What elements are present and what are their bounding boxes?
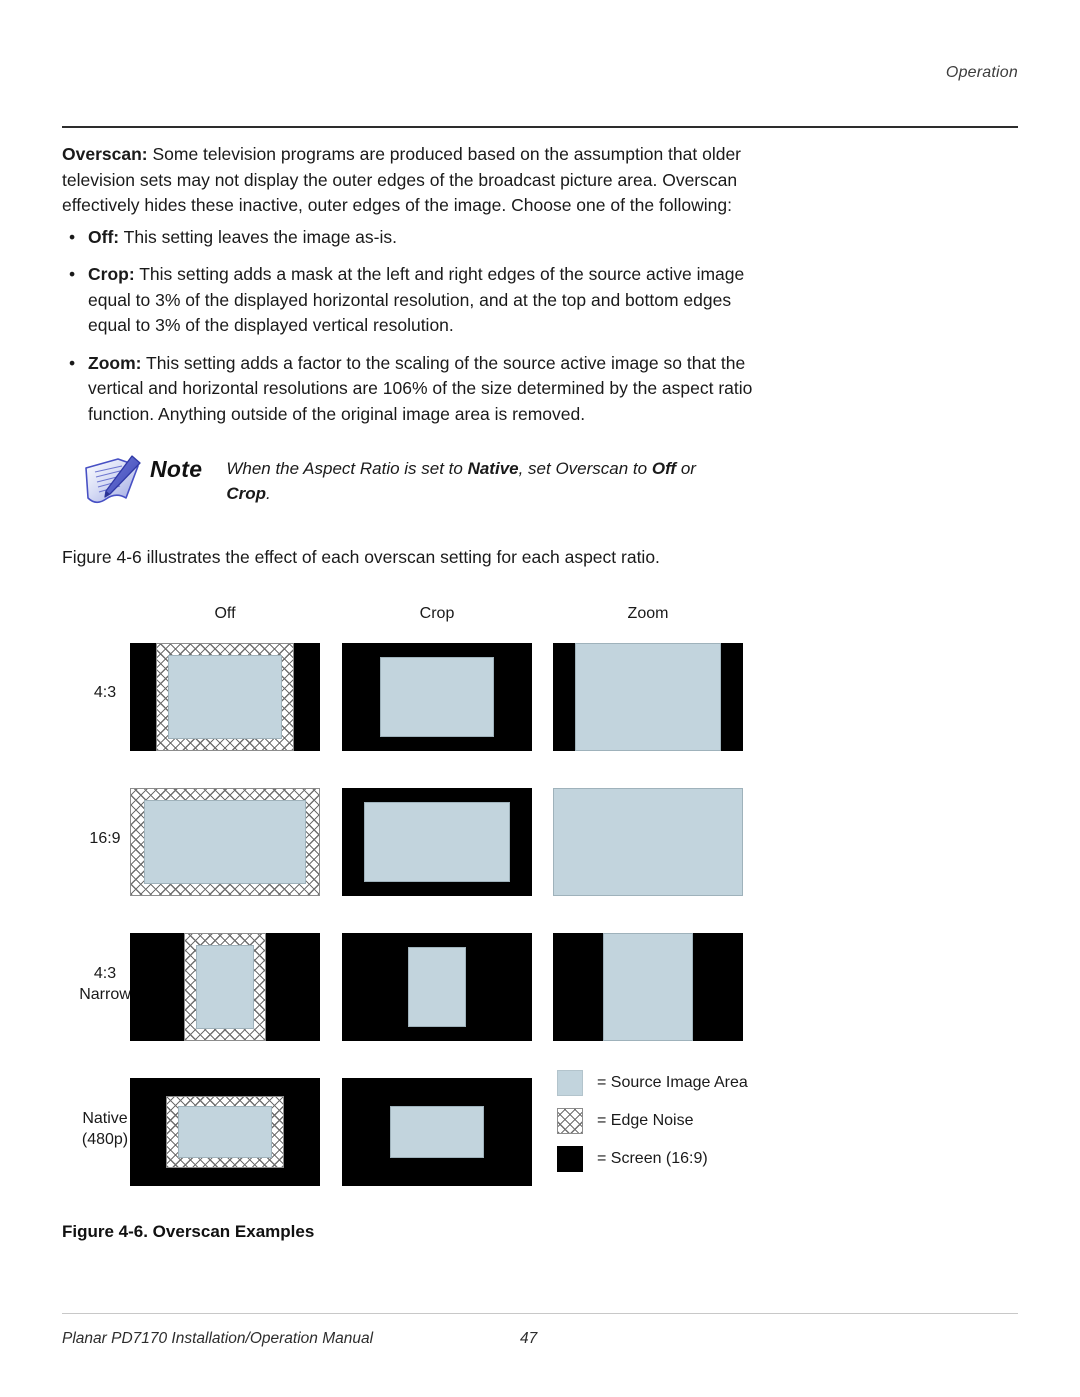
source-image-area xyxy=(196,945,254,1029)
footer-manual-title: Planar PD7170 Installation/Operation Man… xyxy=(62,1330,374,1347)
source-image-area xyxy=(178,1106,272,1158)
source-image-area xyxy=(144,800,306,884)
source-image-area xyxy=(380,657,494,737)
cell-16-9-zoom xyxy=(553,788,743,896)
note-bold-off: Off xyxy=(651,459,677,478)
note-label: Note xyxy=(150,456,203,482)
note-text: When the Aspect Ratio is set to Native, … xyxy=(226,450,736,506)
column-header-crop: Crop xyxy=(419,605,455,622)
legend-label: = Edge Noise xyxy=(597,1112,694,1129)
cell-native-480p-crop xyxy=(342,1078,532,1186)
cell-16-9-crop xyxy=(342,788,532,896)
document-page: Operation Overscan: Some television prog… xyxy=(0,0,1080,1397)
option-text-crop: This setting adds a mask at the left and… xyxy=(88,264,745,335)
body-column: Overscan: Some television programs are p… xyxy=(62,142,762,439)
legend-label: = Source Image Area xyxy=(597,1074,748,1091)
cell-4-3-narrow-crop xyxy=(342,933,532,1041)
bullet-marker: • xyxy=(69,264,76,284)
list-item-zoom: • Zoom: This setting adds a factor to the… xyxy=(62,351,762,428)
running-header: Operation xyxy=(945,64,1018,81)
bullet-marker: • xyxy=(69,352,76,373)
source-image-area-swatch xyxy=(557,1070,583,1096)
option-term-crop: Crop: xyxy=(88,264,135,284)
figure-intro-paragraph: Figure 4-6 illustrates the effect of eac… xyxy=(62,547,660,567)
legend-item-edge-noise: = Edge Noise xyxy=(557,1108,857,1134)
source-image-area xyxy=(390,1106,484,1158)
figure-legend: = Source Image Area = Edge Noise = Scree… xyxy=(557,1070,857,1184)
cell-4-3-narrow-zoom xyxy=(553,933,743,1041)
cell-4-3-zoom xyxy=(553,643,743,751)
overscan-examples-figure: Off Crop Zoom 4:3 16:9 4:3 Narrow Native… xyxy=(62,595,1018,1195)
overscan-intro-text: Some television programs are produced ba… xyxy=(62,144,742,215)
note-bold-native: Native xyxy=(467,459,519,478)
edge-noise-swatch xyxy=(557,1108,583,1134)
legend-item-source-image-area: = Source Image Area xyxy=(557,1070,857,1096)
source-image-area xyxy=(168,655,282,739)
cell-native-480p-off xyxy=(130,1078,320,1186)
note-text-part-1: When the Aspect Ratio is set to xyxy=(226,459,468,478)
source-image-area xyxy=(575,643,721,751)
bullet-marker: • xyxy=(69,226,76,247)
overscan-options-list: • Off: This setting leaves the image as-i… xyxy=(62,225,762,428)
note-text-part-4: . xyxy=(265,484,271,503)
option-text-off: This setting leaves the image as-is. xyxy=(119,226,397,247)
cell-16-9-off xyxy=(130,788,320,896)
overscan-term: Overscan: xyxy=(62,144,148,164)
legend-item-screen: = Screen (16:9) xyxy=(557,1146,857,1172)
overscan-intro-paragraph: Overscan: Some television programs are p… xyxy=(62,142,762,219)
note-text-part-2: , set Overscan to xyxy=(518,459,652,478)
note-callout: Note When the Aspect Ratio is set to Nat… xyxy=(62,450,762,508)
footer-page-number: 47 xyxy=(520,1330,538,1347)
screen-swatch xyxy=(557,1146,583,1172)
source-image-area xyxy=(603,933,693,1041)
list-item-crop: • Crop: This setting adds a mask at the l… xyxy=(62,262,762,339)
column-header-zoom: Zoom xyxy=(627,605,669,622)
source-image-area xyxy=(553,788,743,896)
list-item-off: • Off: This setting leaves the image as-i… xyxy=(62,225,762,251)
option-term-off: Off: xyxy=(88,226,120,247)
option-text-zoom: This setting adds a factor to the scalin… xyxy=(88,352,753,424)
column-header-off: Off xyxy=(214,605,236,622)
cell-4-3-crop xyxy=(342,643,532,751)
source-image-area xyxy=(364,802,510,882)
cell-4-3-narrow-off xyxy=(130,933,320,1041)
footer-rule xyxy=(62,1313,1018,1314)
note-text-part-3: or xyxy=(676,459,696,478)
legend-label: = Screen (16:9) xyxy=(597,1150,708,1167)
note-bold-crop: Crop xyxy=(226,484,266,503)
note-pen-paper-icon xyxy=(80,452,146,508)
figure-caption: Figure 4-6. Overscan Examples xyxy=(62,1222,315,1241)
header-rule xyxy=(62,126,1018,128)
cell-4-3-off xyxy=(130,643,320,751)
option-term-zoom: Zoom: xyxy=(88,352,142,373)
source-image-area xyxy=(408,947,466,1027)
